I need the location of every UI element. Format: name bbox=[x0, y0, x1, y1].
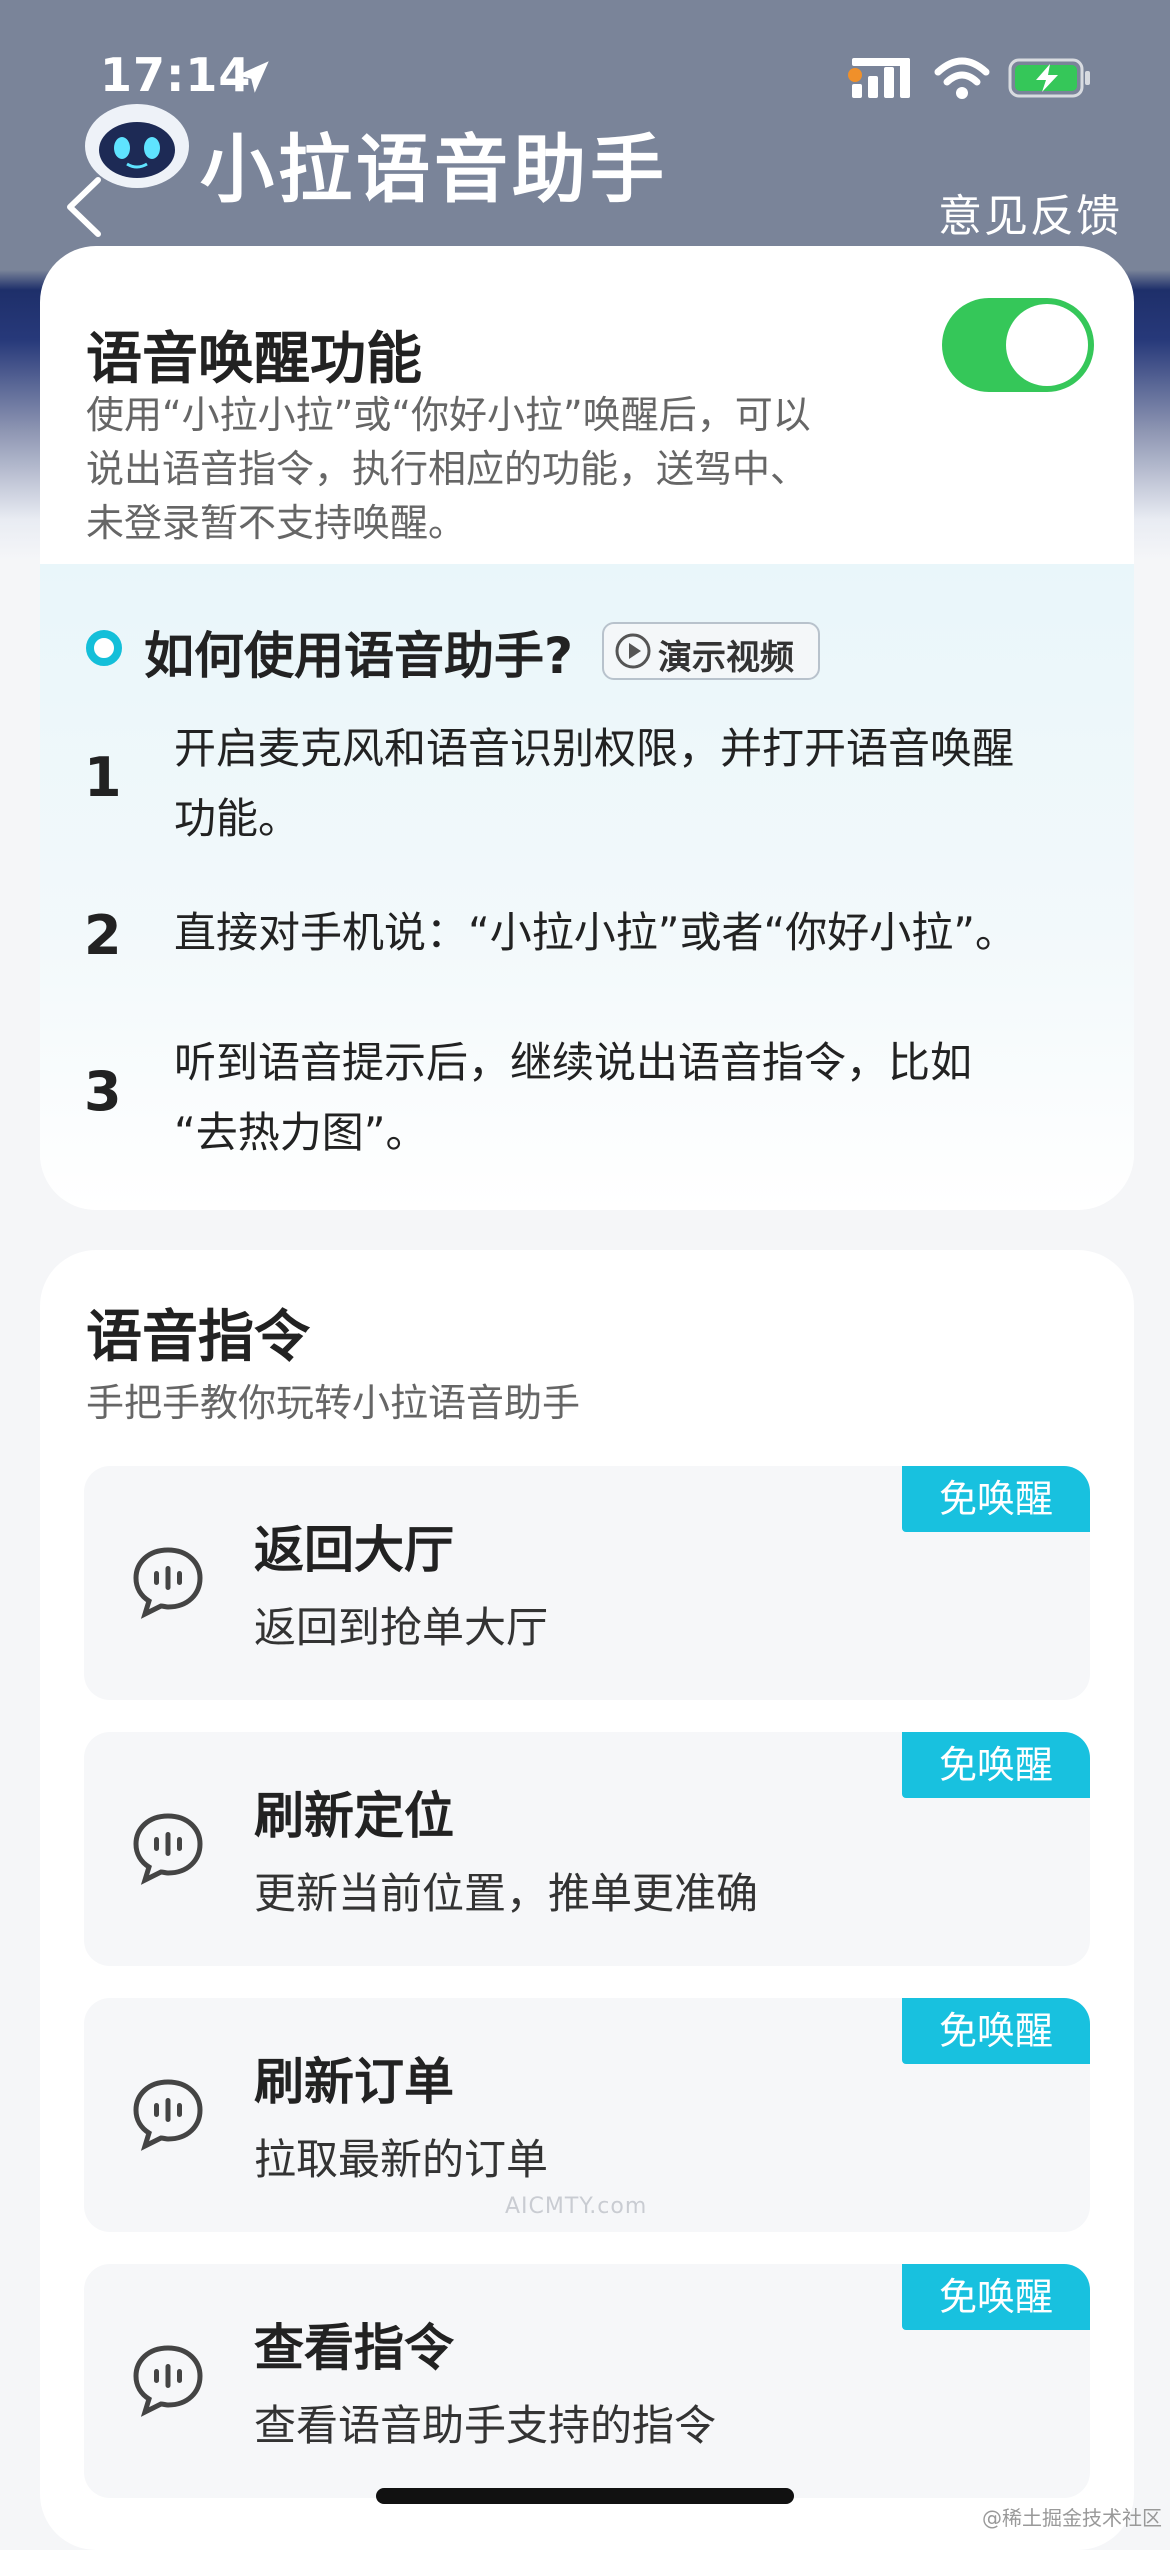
command-item-view-commands[interactable]: 查看指令 查看语音助手支持的指令 免唤醒 bbox=[84, 2264, 1090, 2498]
voice-chat-bubble-icon bbox=[133, 2345, 203, 2417]
command-item-refresh-location[interactable]: 刷新定位 更新当前位置，推单更准确 免唤醒 bbox=[84, 1732, 1090, 1966]
commands-title: 语音指令 bbox=[86, 1305, 310, 1370]
page-title: 小拉语音助手 bbox=[200, 127, 668, 213]
step-number: 3 bbox=[84, 1060, 122, 1123]
status-bar: 17:14 bbox=[0, 48, 1170, 108]
location-arrow-icon bbox=[237, 61, 269, 93]
wake-desc-line: 使用“小拉小拉”或“你好小拉”唤醒后，可以 bbox=[86, 393, 811, 437]
wake-desc-line: 说出语音指令，执行相应的功能，送驾中、 bbox=[86, 447, 809, 491]
play-circle-icon bbox=[615, 633, 651, 669]
command-title: 返回大厅 bbox=[254, 1521, 454, 1579]
watermark: AICMTY.com bbox=[505, 2194, 648, 2219]
wake-feature-description: 使用“小拉小拉”或“你好小拉”唤醒后，可以 说出语音指令，执行相应的功能，送驾中… bbox=[86, 388, 811, 550]
wake-desc-line: 未登录暂不支持唤醒。 bbox=[86, 501, 467, 545]
command-item-back-to-hall[interactable]: 返回大厅 返回到抢单大厅 免唤醒 bbox=[84, 1466, 1090, 1700]
home-indicator[interactable] bbox=[376, 2488, 794, 2504]
step-text: 直接对手机说：“小拉小拉”或者“你好小拉”。 bbox=[174, 898, 1094, 968]
wake-feature-title: 语音唤醒功能 bbox=[86, 327, 422, 392]
command-description: 更新当前位置，推单更准确 bbox=[254, 1869, 759, 1918]
voice-commands-card: 语音指令 手把手教你玩转小拉语音助手 返回大厅 返回到抢单大厅 免唤醒 刷新定位… bbox=[40, 1250, 1134, 2550]
toggle-knob bbox=[1006, 304, 1088, 386]
howto-title: 如何使用语音助手? bbox=[144, 627, 574, 685]
no-wake-badge: 免唤醒 bbox=[902, 1466, 1090, 1532]
battery-charging-icon bbox=[1008, 58, 1090, 98]
howto-section: 如何使用语音助手? 演示视频 1 开启麦克风和语音识别权限，并打开语音唤醒 功能… bbox=[40, 564, 1134, 1210]
command-title: 刷新订单 bbox=[254, 2053, 454, 2111]
command-description: 返回到抢单大厅 bbox=[254, 1603, 549, 1652]
step-line: 直接对手机说：“小拉小拉”或者“你好小拉”。 bbox=[174, 908, 1018, 957]
voice-chat-bubble-icon bbox=[133, 1547, 203, 1619]
no-wake-badge: 免唤醒 bbox=[902, 2264, 1090, 2330]
wake-toggle[interactable] bbox=[942, 298, 1094, 392]
command-title: 查看指令 bbox=[254, 2319, 454, 2377]
step-number: 2 bbox=[84, 904, 122, 967]
no-wake-badge: 免唤醒 bbox=[902, 1998, 1090, 2064]
step-line: 功能。 bbox=[174, 794, 301, 843]
command-title: 刷新定位 bbox=[254, 1787, 454, 1845]
feedback-link[interactable]: 意见反馈 bbox=[938, 180, 1122, 244]
voice-chat-bubble-icon bbox=[133, 1813, 203, 1885]
demo-video-label: 演示视频 bbox=[658, 638, 794, 678]
step-line: “去热力图”。 bbox=[174, 1108, 428, 1157]
back-chevron-icon[interactable] bbox=[62, 176, 108, 238]
command-description: 拉取最新的订单 bbox=[254, 2135, 549, 2184]
step-line: 听到语音提示后，继续说出语音指令，比如 bbox=[174, 1038, 973, 1087]
no-wake-badge: 免唤醒 bbox=[902, 1732, 1090, 1798]
step-text: 听到语音提示后，继续说出语音指令，比如 “去热力图”。 bbox=[174, 1028, 1094, 1168]
footer-watermark: @稀土掘金技术社区 bbox=[982, 2506, 1162, 2530]
step-text: 开启麦克风和语音识别权限，并打开语音唤醒 功能。 bbox=[174, 714, 1094, 854]
section-dot-icon bbox=[86, 630, 122, 666]
command-description: 查看语音助手支持的指令 bbox=[254, 2401, 717, 2450]
cellular-signal-icon bbox=[852, 58, 910, 98]
commands-subtitle: 手把手教你玩转小拉语音助手 bbox=[86, 1381, 581, 1425]
status-time: 17:14 bbox=[100, 48, 252, 102]
wake-feature-card: 语音唤醒功能 使用“小拉小拉”或“你好小拉”唤醒后，可以 说出语音指令，执行相应… bbox=[40, 246, 1134, 1210]
voice-chat-bubble-icon bbox=[133, 2079, 203, 2151]
demo-video-button[interactable]: 演示视频 bbox=[602, 622, 820, 680]
wifi-icon bbox=[934, 57, 990, 99]
step-line: 开启麦克风和语音识别权限，并打开语音唤醒 bbox=[174, 724, 1015, 773]
step-number: 1 bbox=[84, 746, 122, 809]
